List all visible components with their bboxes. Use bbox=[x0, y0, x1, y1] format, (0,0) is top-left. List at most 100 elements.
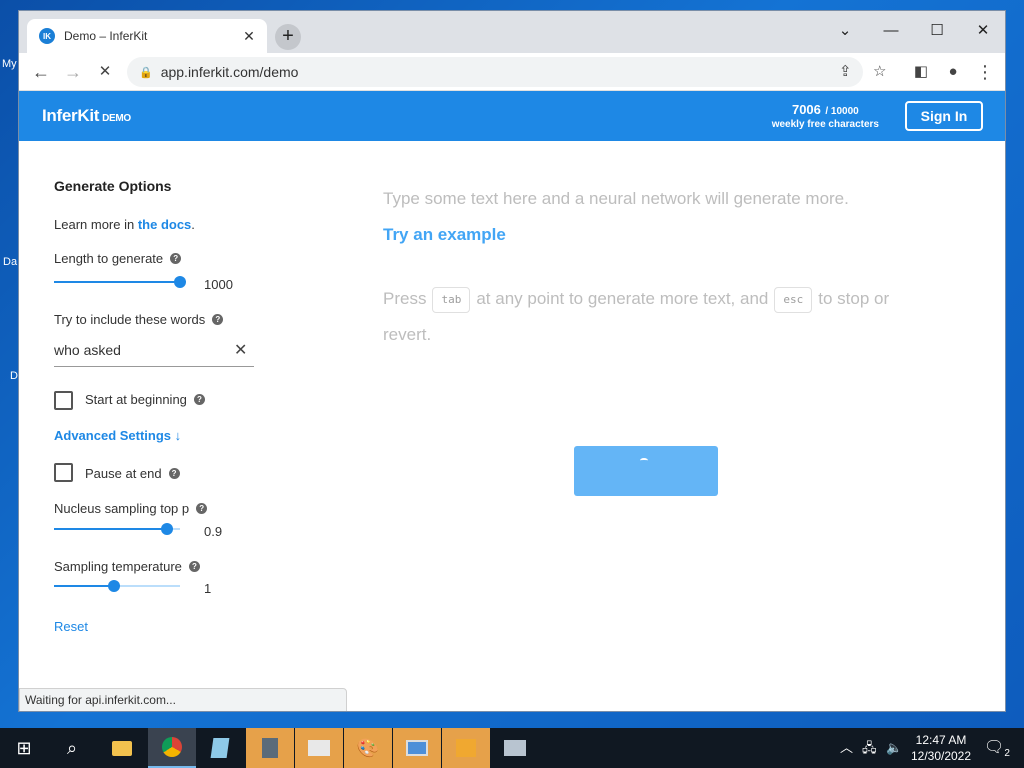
new-tab-button[interactable]: + bbox=[275, 24, 301, 50]
help-icon[interactable]: ? bbox=[170, 253, 182, 264]
tab-strip: IK Demo – InferKit ✕ + ⌄ — ☐ ✕ bbox=[19, 11, 1005, 53]
inferkit-favicon-icon: IK bbox=[39, 28, 55, 44]
try-example-link[interactable]: Try an example bbox=[383, 225, 506, 245]
docs-link[interactable]: the docs bbox=[138, 217, 191, 232]
remote-desktop-icon[interactable] bbox=[393, 728, 441, 768]
brand-demo-tag: DEMO bbox=[102, 113, 131, 124]
clear-input-icon[interactable]: ✕ bbox=[234, 340, 247, 360]
topp-value: 0.9 bbox=[204, 524, 223, 539]
share-icon[interactable]: ⇪ bbox=[839, 57, 852, 87]
start-at-beginning-checkbox[interactable] bbox=[54, 391, 73, 410]
top-p-slider[interactable] bbox=[54, 523, 180, 535]
start-button[interactable]: ⊞ bbox=[0, 728, 48, 768]
character-map-icon[interactable] bbox=[295, 728, 343, 768]
help-icon[interactable]: ? bbox=[196, 503, 208, 514]
press-middle: at any point to generate more text, and bbox=[476, 289, 769, 308]
length-label: Length to generate bbox=[54, 251, 164, 266]
status-bubble: Waiting for api.inferkit.com... bbox=[19, 688, 347, 711]
length-value: 1000 bbox=[204, 277, 233, 292]
slider-thumb[interactable] bbox=[174, 276, 186, 288]
notification-count: 2 bbox=[1004, 748, 1010, 760]
browser-toolbar: ← → ✕ 🔒 app.inferkit.com/demo ⇪ ☆ ◧ ● ⋮ bbox=[19, 53, 1005, 91]
chars-used: 7006 bbox=[791, 102, 821, 117]
minimize-button[interactable]: — bbox=[868, 17, 914, 45]
volume-icon[interactable]: 🔈 bbox=[886, 728, 902, 768]
topp-label: Nucleus sampling top p bbox=[54, 501, 190, 516]
desktop-icon-label[interactable]: Da bbox=[3, 256, 17, 268]
temp-label-row: Sampling temperature ? bbox=[54, 559, 200, 574]
temp-value: 1 bbox=[204, 581, 212, 596]
app-header: InferKit DEMO 7006 / 10000 weekly free ch… bbox=[19, 91, 1005, 141]
options-title: Generate Options bbox=[54, 178, 172, 194]
maximize-button[interactable]: ☐ bbox=[914, 17, 960, 45]
desktop-icon-label[interactable]: My bbox=[2, 58, 17, 70]
sign-in-button[interactable]: Sign In bbox=[905, 101, 983, 131]
inferkit-page: InferKit DEMO 7006 / 10000 weekly free ch… bbox=[19, 91, 1005, 711]
reset-link[interactable]: Reset bbox=[54, 619, 88, 634]
chars-total: / 10000 bbox=[825, 106, 859, 117]
include-words-input[interactable] bbox=[54, 333, 254, 367]
back-arrow-icon[interactable]: ← bbox=[27, 53, 55, 91]
show-hidden-icons-icon[interactable]: ︿ bbox=[840, 728, 853, 768]
stop-loading-icon[interactable]: ✕ bbox=[91, 53, 119, 91]
address-bar[interactable]: 🔒 app.inferkit.com/demo ⇪ ☆ bbox=[127, 57, 886, 87]
temperature-slider[interactable] bbox=[54, 580, 180, 592]
pause-at-end-checkbox[interactable] bbox=[54, 463, 73, 482]
clock-date: 12/30/2022 bbox=[910, 749, 972, 763]
calculator-icon[interactable] bbox=[246, 728, 294, 768]
learn-prefix: Learn more in bbox=[54, 217, 138, 232]
learn-more-text: Learn more in the docs. bbox=[54, 217, 195, 232]
generate-button[interactable] bbox=[574, 446, 718, 496]
desktop-icon-label[interactable]: D bbox=[10, 370, 18, 382]
start-label: Start at beginning bbox=[85, 392, 187, 407]
browser-window: IK Demo – InferKit ✕ + ⌄ — ☐ ✕ ← → ✕ 🔒 a… bbox=[18, 10, 1006, 712]
notepad-icon[interactable] bbox=[196, 728, 244, 768]
include-label: Try to include these words bbox=[54, 312, 206, 327]
slider-thumb[interactable] bbox=[108, 580, 120, 592]
forward-arrow-icon[interactable]: → bbox=[59, 53, 87, 91]
taskbar: ⊞ ⌕ 🎨 ︿ 🖧 🔈 12:47 AM 12/30/2022 🗨2 bbox=[0, 728, 1024, 768]
media-player-icon[interactable] bbox=[442, 728, 490, 768]
length-label-row: Length to generate ? bbox=[54, 251, 182, 266]
file-explorer-icon[interactable] bbox=[98, 728, 146, 768]
tab-close-icon[interactable]: ✕ bbox=[241, 28, 257, 45]
keyboard-hint: Press tab at any point to generate more te… bbox=[383, 281, 923, 353]
chars-caption: weekly free characters bbox=[771, 119, 879, 130]
slider-fill bbox=[54, 281, 180, 283]
system-app-icon[interactable] bbox=[491, 728, 539, 768]
length-slider[interactable] bbox=[54, 276, 186, 288]
search-icon[interactable]: ⌕ bbox=[48, 728, 96, 768]
lock-icon: 🔒 bbox=[139, 66, 153, 79]
chrome-icon[interactable] bbox=[148, 728, 196, 768]
paint-icon[interactable]: 🎨 bbox=[344, 728, 392, 768]
esc-key-badge: esc bbox=[774, 287, 813, 313]
notifications-icon[interactable]: 🗨2 bbox=[984, 728, 1010, 768]
url-text: app.inferkit.com/demo bbox=[160, 64, 299, 80]
help-icon[interactable]: ? bbox=[193, 394, 205, 405]
help-icon[interactable]: ? bbox=[212, 314, 224, 325]
press-prefix: Press bbox=[383, 289, 427, 308]
tab-demo[interactable]: IK Demo – InferKit ✕ bbox=[27, 19, 267, 53]
slider-thumb[interactable] bbox=[161, 523, 173, 535]
brand-name: InferKit bbox=[42, 106, 100, 125]
close-window-button[interactable]: ✕ bbox=[960, 17, 1005, 45]
help-icon[interactable]: ? bbox=[168, 468, 180, 479]
profile-avatar-icon[interactable]: ● bbox=[939, 53, 967, 91]
menu-kebab-icon[interactable]: ⋮ bbox=[971, 53, 999, 91]
help-icon[interactable]: ? bbox=[188, 561, 200, 572]
character-quota: 7006 / 10000 weekly free characters bbox=[772, 101, 879, 130]
topp-label-row: Nucleus sampling top p ? bbox=[54, 501, 208, 516]
side-panel-icon[interactable]: ◧ bbox=[907, 53, 935, 91]
clock[interactable]: 12:47 AM 12/30/2022 bbox=[910, 732, 972, 764]
tab-title: Demo – InferKit bbox=[64, 29, 148, 43]
slider-fill bbox=[54, 585, 114, 587]
network-icon[interactable]: 🖧 bbox=[862, 728, 877, 768]
brand-logo[interactable]: InferKit DEMO bbox=[42, 106, 131, 126]
start-label-row: Start at beginning ? bbox=[85, 392, 205, 407]
tab-search-chevron-icon[interactable]: ⌄ bbox=[822, 17, 868, 45]
clock-time: 12:47 AM bbox=[915, 733, 967, 747]
bookmark-star-icon[interactable]: ☆ bbox=[873, 57, 886, 87]
advanced-settings-toggle[interactable]: Advanced Settings ↓ bbox=[54, 428, 181, 443]
temp-label: Sampling temperature bbox=[54, 559, 182, 574]
editor-placeholder[interactable]: Type some text here and a neural network… bbox=[383, 189, 849, 209]
